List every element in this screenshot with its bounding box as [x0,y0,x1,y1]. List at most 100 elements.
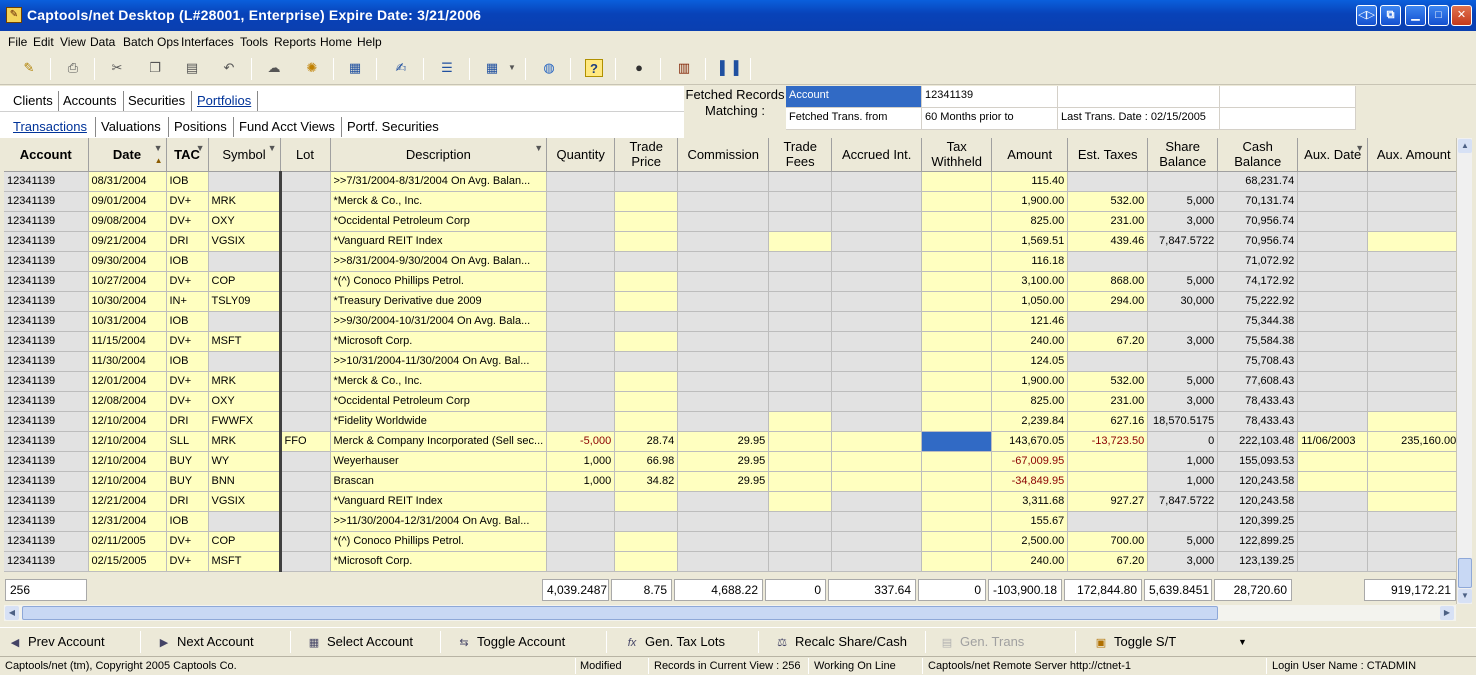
cell-aux-date[interactable] [1297,371,1369,392]
tab-valuations[interactable]: Valuations [101,119,161,134]
table-row[interactable]: 12341139 12/21/2004 DRI VGSIX *Vanguard REIT… [4,491,1461,512]
film-icon[interactable]: ▥ [675,59,693,77]
cell-date[interactable]: 02/15/2005 [88,551,167,572]
cell-cash-balance[interactable]: 75,584.38 [1217,331,1299,352]
cell-symbol[interactable]: COP [208,531,282,552]
cell-amount[interactable]: 3,100.00 [991,271,1069,292]
fetched-trans-value[interactable]: 60 Months prior to [922,108,1058,130]
cell-aux-date[interactable] [1297,451,1369,472]
recalc-share-cash-button[interactable]: ⚖ Recalc Share/Cash [775,634,907,650]
cell-trade-price[interactable] [614,391,679,412]
cell-cash-balance[interactable]: 78,433.43 [1217,391,1299,412]
column-header-account[interactable]: Account [4,138,89,172]
cell-description[interactable]: >>7/31/2004-8/31/2004 On Avg. Balan... [330,171,548,192]
cell-lot[interactable] [280,511,331,532]
toggle-st-button[interactable]: ▣ Toggle S/T [1094,634,1176,650]
cell-tax-withheld[interactable] [921,451,993,472]
cell-trade-price[interactable] [614,311,679,332]
column-header-description[interactable]: Description ▼ [330,138,548,172]
table-row[interactable]: 12341139 08/31/2004 IOB >>7/31/2004-8/31/20… [4,171,1461,192]
cell-commission[interactable] [677,551,770,572]
cell-amount[interactable]: -67,009.95 [991,451,1069,472]
scroll-up-icon[interactable]: ▲ [1458,139,1472,153]
cell-est-taxes[interactable]: 67.20 [1067,551,1149,572]
horizontal-scroll-thumb[interactable] [22,606,1218,620]
cell-quantity[interactable]: 1,000 [546,451,616,472]
menu-home[interactable]: Home [320,35,352,49]
cell-share-balance[interactable] [1147,511,1219,532]
cell-tax-withheld[interactable] [921,391,993,412]
column-header-lot[interactable]: Lot [280,138,331,172]
cell-amount[interactable]: 1,569.51 [991,231,1069,252]
cell-date[interactable]: 09/01/2004 [88,191,167,212]
cell-account[interactable]: 12341139 [4,411,89,432]
table-row[interactable]: 12341139 02/15/2005 DV+ MSFT *Microsoft Corp… [4,551,1461,572]
cell-est-taxes[interactable]: 231.00 [1067,391,1149,412]
cell-share-balance[interactable]: 5,000 [1147,531,1219,552]
cell-lot[interactable] [280,191,331,212]
cell-date[interactable]: 10/30/2004 [88,291,167,312]
cell-aux-amount[interactable] [1367,451,1461,472]
cell-tac[interactable]: SLL [166,431,209,452]
table-row[interactable]: 12341139 11/30/2004 IOB >>10/31/2004-11/30/… [4,351,1461,372]
cell-accrued-int[interactable] [831,351,923,372]
edit-form-icon[interactable]: ✍ [392,59,410,77]
cell-commission[interactable] [677,231,770,252]
cell-amount[interactable]: 825.00 [991,391,1069,412]
cell-est-taxes[interactable] [1067,171,1149,192]
cell-symbol[interactable]: MSFT [208,551,282,572]
cell-tax-withheld[interactable] [921,311,993,332]
printer-icon[interactable]: ⎙ [64,59,82,77]
cell-aux-amount[interactable] [1367,231,1461,252]
prev-account-button[interactable]: ◀ Prev Account [8,634,105,650]
cell-amount[interactable]: 2,500.00 [991,531,1069,552]
column-header-trade-fees[interactable]: Trade Fees [768,138,833,172]
cell-amount[interactable]: 2,239.84 [991,411,1069,432]
cell-lot[interactable]: FFO [280,431,331,452]
cell-quantity[interactable] [546,191,616,212]
cell-cash-balance[interactable]: 120,243.58 [1217,491,1299,512]
cell-commission[interactable]: 29.95 [677,471,770,492]
cell-trade-fees[interactable] [768,211,833,232]
cell-date[interactable]: 12/31/2004 [88,511,167,532]
tab-clients[interactable]: Clients [13,93,53,108]
cell-accrued-int[interactable] [831,291,923,312]
cell-aux-date[interactable]: 11/06/2003 [1297,431,1369,452]
filter-icon[interactable]: ▼ [534,141,543,156]
cell-accrued-int[interactable] [831,551,923,572]
cell-est-taxes[interactable] [1067,251,1149,272]
cell-amount[interactable]: 124.05 [991,351,1069,372]
cell-tac[interactable]: BUY [166,471,209,492]
cell-commission[interactable] [677,531,770,552]
cell-commission[interactable] [677,331,770,352]
cell-commission[interactable] [677,411,770,432]
cell-trade-price[interactable] [614,491,679,512]
cell-est-taxes[interactable]: 532.00 [1067,371,1149,392]
cell-est-taxes[interactable]: 627.16 [1067,411,1149,432]
cell-symbol[interactable] [208,511,282,532]
cell-cash-balance[interactable]: 70,956.74 [1217,211,1299,232]
cell-accrued-int[interactable] [831,251,923,272]
cell-trade-fees[interactable] [768,531,833,552]
cell-date[interactable]: 10/27/2004 [88,271,167,292]
cell-lot[interactable] [280,351,331,372]
cell-accrued-int[interactable] [831,511,923,532]
cell-quantity[interactable] [546,251,616,272]
cell-tax-withheld[interactable] [921,491,993,512]
cell-cash-balance[interactable]: 77,608.43 [1217,371,1299,392]
menu-interfaces[interactable]: Interfaces [181,35,234,49]
cell-accrued-int[interactable] [831,331,923,352]
cell-date[interactable]: 09/30/2004 [88,251,167,272]
gen-tax-lots-button[interactable]: fx Gen. Tax Lots [625,634,725,650]
cell-quantity[interactable] [546,391,616,412]
cell-description[interactable]: >>8/31/2004-9/30/2004 On Avg. Balan... [330,251,548,272]
cell-tac[interactable]: IOB [166,311,209,332]
undo-icon[interactable]: ↶ [220,59,238,77]
table-row[interactable]: 12341139 09/08/2004 DV+ OXY *Occidental Petr… [4,211,1461,232]
cell-aux-amount[interactable] [1367,331,1461,352]
cell-symbol[interactable]: WY [208,451,282,472]
cell-tac[interactable]: DV+ [166,191,209,212]
cell-trade-fees[interactable] [768,231,833,252]
cell-trade-fees[interactable] [768,291,833,312]
cell-tac[interactable]: IOB [166,511,209,532]
